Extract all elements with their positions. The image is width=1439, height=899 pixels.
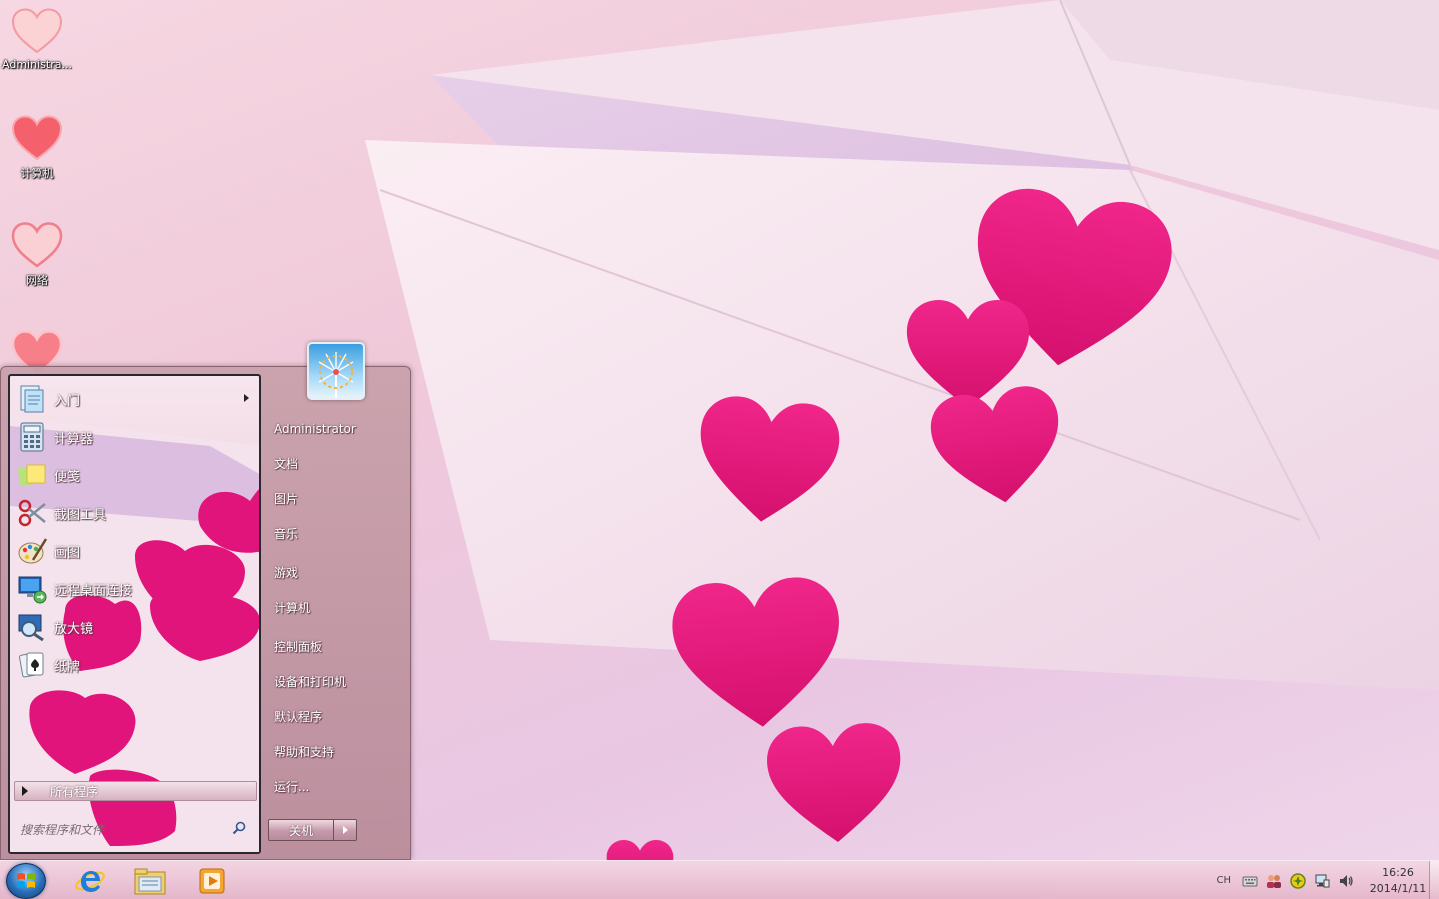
expand-arrow-icon <box>22 786 28 796</box>
system-tray: CH 16:26 2014/1/11 <box>1216 861 1429 899</box>
search-icon[interactable] <box>232 821 246 839</box>
program-snipping-tool[interactable]: 截图工具 <box>10 494 259 532</box>
program-sticky-notes[interactable]: 便笺 <box>10 456 259 494</box>
heart-icon <box>11 115 63 161</box>
taskbar-file-explorer[interactable] <box>128 864 172 898</box>
places-item-run[interactable]: 运行... <box>268 770 400 805</box>
desktop-icon-administrator[interactable]: Administra... <box>0 8 74 71</box>
snipping-tool-icon <box>16 497 48 529</box>
users-icon[interactable] <box>1265 872 1283 890</box>
program-calculator[interactable]: 计算器 <box>10 418 259 456</box>
program-remote-desktop[interactable]: 远程桌面连接 <box>10 570 259 608</box>
clock-date: 2014/1/11 <box>1369 881 1427 895</box>
security-shield-icon[interactable] <box>1289 872 1307 890</box>
solitaire-icon <box>16 649 48 681</box>
heart-icon <box>11 222 63 268</box>
taskbar-internet-explorer[interactable] <box>68 864 112 898</box>
arrow-right-icon <box>342 826 348 834</box>
remote-desktop-icon <box>16 573 48 605</box>
calculator-icon <box>16 421 48 453</box>
desktop-icon-computer[interactable]: 计算机 <box>0 115 74 181</box>
keyboard-icon[interactable] <box>1241 872 1259 890</box>
windows-logo-icon <box>17 873 35 888</box>
places-item-music[interactable]: 音乐 <box>268 517 400 552</box>
start-menu-program-pane: 入门 计算器 便笺 截图工具 画图 远程桌面连接 放大镜 纸牌 所有程序 搜索程… <box>8 374 261 854</box>
all-programs-button[interactable]: 所有程序 <box>14 781 257 801</box>
clock-time: 16:26 <box>1382 865 1414 879</box>
sticky-notes-icon <box>16 459 48 491</box>
taskbar-clock[interactable]: 16:26 2014/1/11 <box>1367 865 1429 897</box>
places-item-administrator[interactable]: Administrator <box>268 412 400 447</box>
heart-icon <box>11 8 63 54</box>
start-button[interactable] <box>6 863 46 899</box>
shutdown-options-button[interactable] <box>334 819 357 841</box>
places-item-computer[interactable]: 计算机 <box>268 591 400 626</box>
program-magnifier[interactable]: 放大镜 <box>10 608 259 646</box>
search-input[interactable] <box>20 820 210 840</box>
folder-icon <box>134 868 166 895</box>
separator <box>268 627 400 628</box>
desktop-icon-network[interactable]: 网络 <box>0 222 74 288</box>
paint-icon <box>16 535 48 567</box>
program-paint[interactable]: 画图 <box>10 532 259 570</box>
network-icon[interactable] <box>1313 872 1331 890</box>
show-desktop-button[interactable] <box>1429 861 1439 899</box>
places-item-control-panel[interactable]: 控制面板 <box>268 630 400 665</box>
volume-icon[interactable] <box>1337 872 1355 890</box>
places-item-default-programs[interactable]: 默认程序 <box>268 700 400 735</box>
separator <box>268 553 400 554</box>
getting-started-icon <box>16 383 48 415</box>
pinwheel-icon <box>318 352 354 398</box>
media-player-icon <box>199 868 225 894</box>
program-getting-started[interactable]: 入门 <box>10 380 259 418</box>
language-indicator[interactable]: CH <box>1216 875 1231 886</box>
desktop-icon-label: 计算机 <box>20 167 54 180</box>
shutdown-button[interactable]: 关机 <box>268 819 334 841</box>
user-picture[interactable] <box>307 342 365 400</box>
places-item-help-support[interactable]: 帮助和支持 <box>268 735 400 770</box>
places-item-devices-printers[interactable]: 设备和打印机 <box>268 665 400 700</box>
start-menu: 入门 计算器 便笺 截图工具 画图 远程桌面连接 放大镜 纸牌 所有程序 搜索程… <box>0 342 411 860</box>
magnifier-icon <box>16 611 48 643</box>
places-item-documents[interactable]: 文档 <box>268 447 400 482</box>
ie-icon <box>75 871 105 892</box>
start-search-box[interactable] <box>20 818 246 842</box>
taskbar-media-player[interactable] <box>190 864 234 898</box>
taskbar: CH 16:26 2014/1/11 <box>0 860 1439 899</box>
places-item-games[interactable]: 游戏 <box>268 556 400 591</box>
program-solitaire[interactable]: 纸牌 <box>10 646 259 684</box>
shutdown-group: 关机 <box>268 819 357 841</box>
places-item-pictures[interactable]: 图片 <box>268 482 400 517</box>
desktop-icon-label: 网络 <box>26 274 48 287</box>
submenu-arrow-icon <box>244 394 249 402</box>
start-menu-places-pane: Administrator 文档 图片 音乐 游戏 计算机 控制面板 设备和打印… <box>268 412 400 805</box>
desktop-icon-label: Administra... <box>2 58 72 71</box>
